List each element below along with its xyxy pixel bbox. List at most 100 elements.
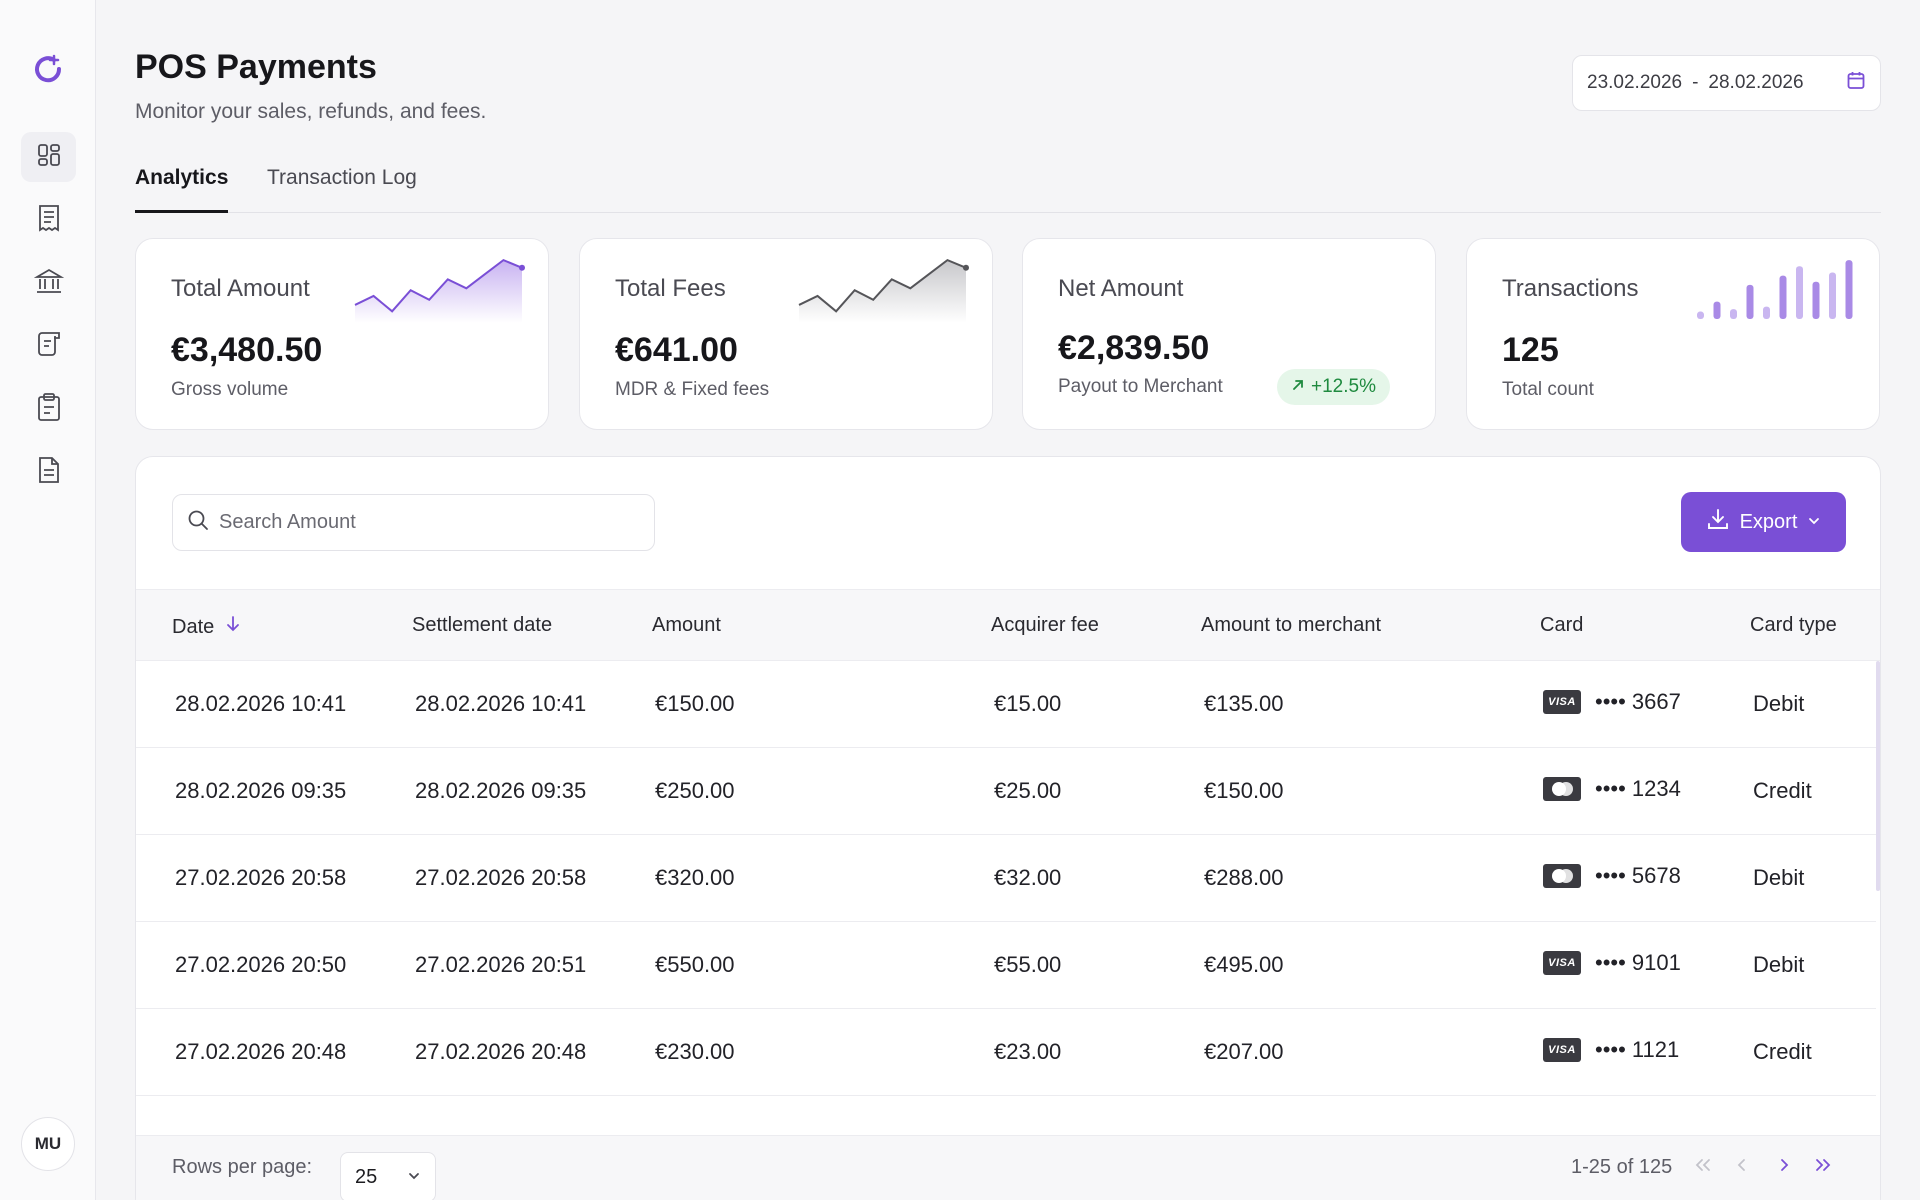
transactions-bar xyxy=(1812,281,1820,319)
rows-per-page-value: 25 xyxy=(355,1165,378,1188)
stat-label: Total Amount xyxy=(171,275,310,302)
column-header-amount[interactable]: Amount xyxy=(652,614,721,637)
cell-date: 27.02.2026 20:48 xyxy=(175,1039,347,1064)
sidebar-item-tasks[interactable] xyxy=(21,384,76,434)
mastercard-icon xyxy=(1543,864,1581,888)
receipt-icon xyxy=(36,204,62,237)
transactions-bar xyxy=(1763,306,1770,319)
cell-settlement-date: 28.02.2026 10:41 xyxy=(415,691,587,716)
sparkline-area xyxy=(799,260,966,323)
date-to: 28.02.2026 xyxy=(1708,72,1804,93)
column-header-date[interactable]: Date xyxy=(172,614,242,640)
rows-per-page-select[interactable]: 25 xyxy=(340,1152,436,1200)
table-row[interactable]: 27.02.2026 20:58 27.02.2026 20:58 €320.00 €… xyxy=(136,835,1876,922)
table-header: Date Settlement date Amount Acquirer fee… xyxy=(136,589,1880,661)
sidebar-item-bank[interactable] xyxy=(21,258,76,308)
cell-acquirer-fee: €23.00 xyxy=(994,1039,1062,1064)
sidebar-item-receipts[interactable] xyxy=(21,195,76,245)
search-box[interactable] xyxy=(172,494,655,551)
transactions-bar xyxy=(1730,309,1737,319)
brand-logo-icon[interactable] xyxy=(32,52,64,84)
table-row[interactable]: 27.02.2026 20:50 27.02.2026 20:51 €550.00 €… xyxy=(136,922,1876,1009)
cell-card-type: Credit xyxy=(1753,1039,1812,1064)
calendar-icon xyxy=(1846,70,1866,96)
pagination-range: 1-25 of 125 xyxy=(1571,1156,1673,1178)
export-button[interactable]: Export xyxy=(1681,492,1846,552)
stat-card-net-amount: Net Amount €2,839.50 Payout to Merchant … xyxy=(1022,238,1436,430)
cell-acquirer-fee: €25.00 xyxy=(994,778,1062,803)
file-text-icon xyxy=(37,455,61,490)
stat-card-total-fees: Total Fees €641.00 MDR & Fixed fees xyxy=(579,238,993,430)
cell-card-type: Debit xyxy=(1753,952,1805,977)
transactions-panel: Export Date Settlement date Amount Acqui… xyxy=(135,456,1881,1200)
last-page-icon[interactable] xyxy=(1810,1152,1836,1178)
search-icon xyxy=(187,509,209,536)
transactions-bar xyxy=(1746,284,1754,319)
sparkline-total-fees xyxy=(798,258,969,323)
cell-amount: €550.00 xyxy=(655,952,735,977)
dashboard-icon xyxy=(36,142,62,173)
cell-amount: €150.00 xyxy=(655,691,735,716)
next-page-icon[interactable] xyxy=(1771,1152,1797,1178)
avatar[interactable]: MU xyxy=(21,1117,75,1171)
stat-card-transactions: Transactions 125 Total count xyxy=(1466,238,1880,430)
transactions-bar xyxy=(1713,301,1721,319)
card-number: •••• 3667 xyxy=(1595,689,1681,714)
column-header-card-type[interactable]: Card type xyxy=(1750,614,1837,637)
table-scrollbar[interactable] xyxy=(1876,661,1880,891)
tab-analytics[interactable]: Analytics xyxy=(135,166,229,213)
cell-card: •••• 1234 xyxy=(1543,776,1681,802)
cell-amount-to-merchant: €288.00 xyxy=(1204,865,1284,890)
sidebar-item-dashboard[interactable] xyxy=(21,132,76,182)
stat-value: 125 xyxy=(1502,331,1559,369)
date-range-picker[interactable]: 23.02.2026 - 28.02.2026 xyxy=(1572,55,1881,111)
stat-value: €2,839.50 xyxy=(1058,329,1210,367)
card-number: •••• 1234 xyxy=(1595,776,1681,801)
sidebar: MU xyxy=(0,0,96,1200)
arrow-up-right-icon xyxy=(1291,376,1305,398)
search-input[interactable] xyxy=(219,511,639,534)
cell-acquirer-fee: €15.00 xyxy=(994,691,1062,716)
transactions-bar xyxy=(1845,260,1853,319)
cell-acquirer-fee: €55.00 xyxy=(994,952,1062,977)
sidebar-item-reports[interactable] xyxy=(21,447,76,497)
cell-amount-to-merchant: €207.00 xyxy=(1204,1039,1284,1064)
stat-label: Total Fees xyxy=(615,275,726,302)
cell-settlement-date: 28.02.2026 09:35 xyxy=(415,778,587,803)
cell-acquirer-fee: €32.00 xyxy=(994,865,1062,890)
growth-badge: +12.5% xyxy=(1277,369,1390,405)
tab-bar: Analytics Transaction Log xyxy=(135,166,1881,213)
cell-card: VISA •••• 3667 xyxy=(1543,689,1681,715)
cell-amount-to-merchant: €495.00 xyxy=(1204,952,1284,977)
table-row[interactable]: 28.02.2026 09:35 28.02.2026 09:35 €250.00 €… xyxy=(136,748,1876,835)
stat-value: €641.00 xyxy=(615,331,738,369)
table-row[interactable]: 27.02.2026 20:48 27.02.2026 20:48 €230.00 €… xyxy=(136,1009,1876,1096)
column-header-acquirer-fee[interactable]: Acquirer fee xyxy=(991,614,1099,637)
mastercard-icon xyxy=(1543,777,1581,801)
column-header-card[interactable]: Card xyxy=(1540,614,1583,637)
cell-amount: €230.00 xyxy=(655,1039,735,1064)
tab-transaction-log[interactable]: Transaction Log xyxy=(267,166,417,213)
page-subtitle: Monitor your sales, refunds, and fees. xyxy=(135,100,487,123)
cell-date: 28.02.2026 09:35 xyxy=(175,778,347,803)
bank-icon xyxy=(33,267,64,300)
cell-settlement-date: 27.02.2026 20:51 xyxy=(415,952,587,977)
cell-amount-to-merchant: €135.00 xyxy=(1204,691,1284,716)
first-page-icon[interactable] xyxy=(1690,1152,1716,1178)
card-number: •••• 5678 xyxy=(1595,863,1681,888)
sort-descending-icon[interactable] xyxy=(224,614,242,640)
table-row[interactable]: 28.02.2026 10:41 28.02.2026 10:41 €150.00 €… xyxy=(136,661,1876,748)
cell-date: 28.02.2026 10:41 xyxy=(175,691,347,716)
column-header-settlement-date[interactable]: Settlement date xyxy=(412,614,552,637)
chevron-down-icon xyxy=(1807,511,1821,534)
cell-amount: €250.00 xyxy=(655,778,735,803)
stat-sub: Payout to Merchant xyxy=(1058,376,1223,397)
stat-label: Transactions xyxy=(1502,275,1639,302)
stat-label: Net Amount xyxy=(1058,275,1184,302)
previous-page-icon[interactable] xyxy=(1729,1152,1755,1178)
bar-sparkline-transactions xyxy=(1697,260,1853,319)
chevron-down-icon xyxy=(407,1166,421,1189)
column-header-amount-to-merchant[interactable]: Amount to merchant xyxy=(1201,614,1381,637)
stat-sub: MDR & Fixed fees xyxy=(615,379,770,400)
sidebar-item-documents[interactable] xyxy=(21,321,76,371)
